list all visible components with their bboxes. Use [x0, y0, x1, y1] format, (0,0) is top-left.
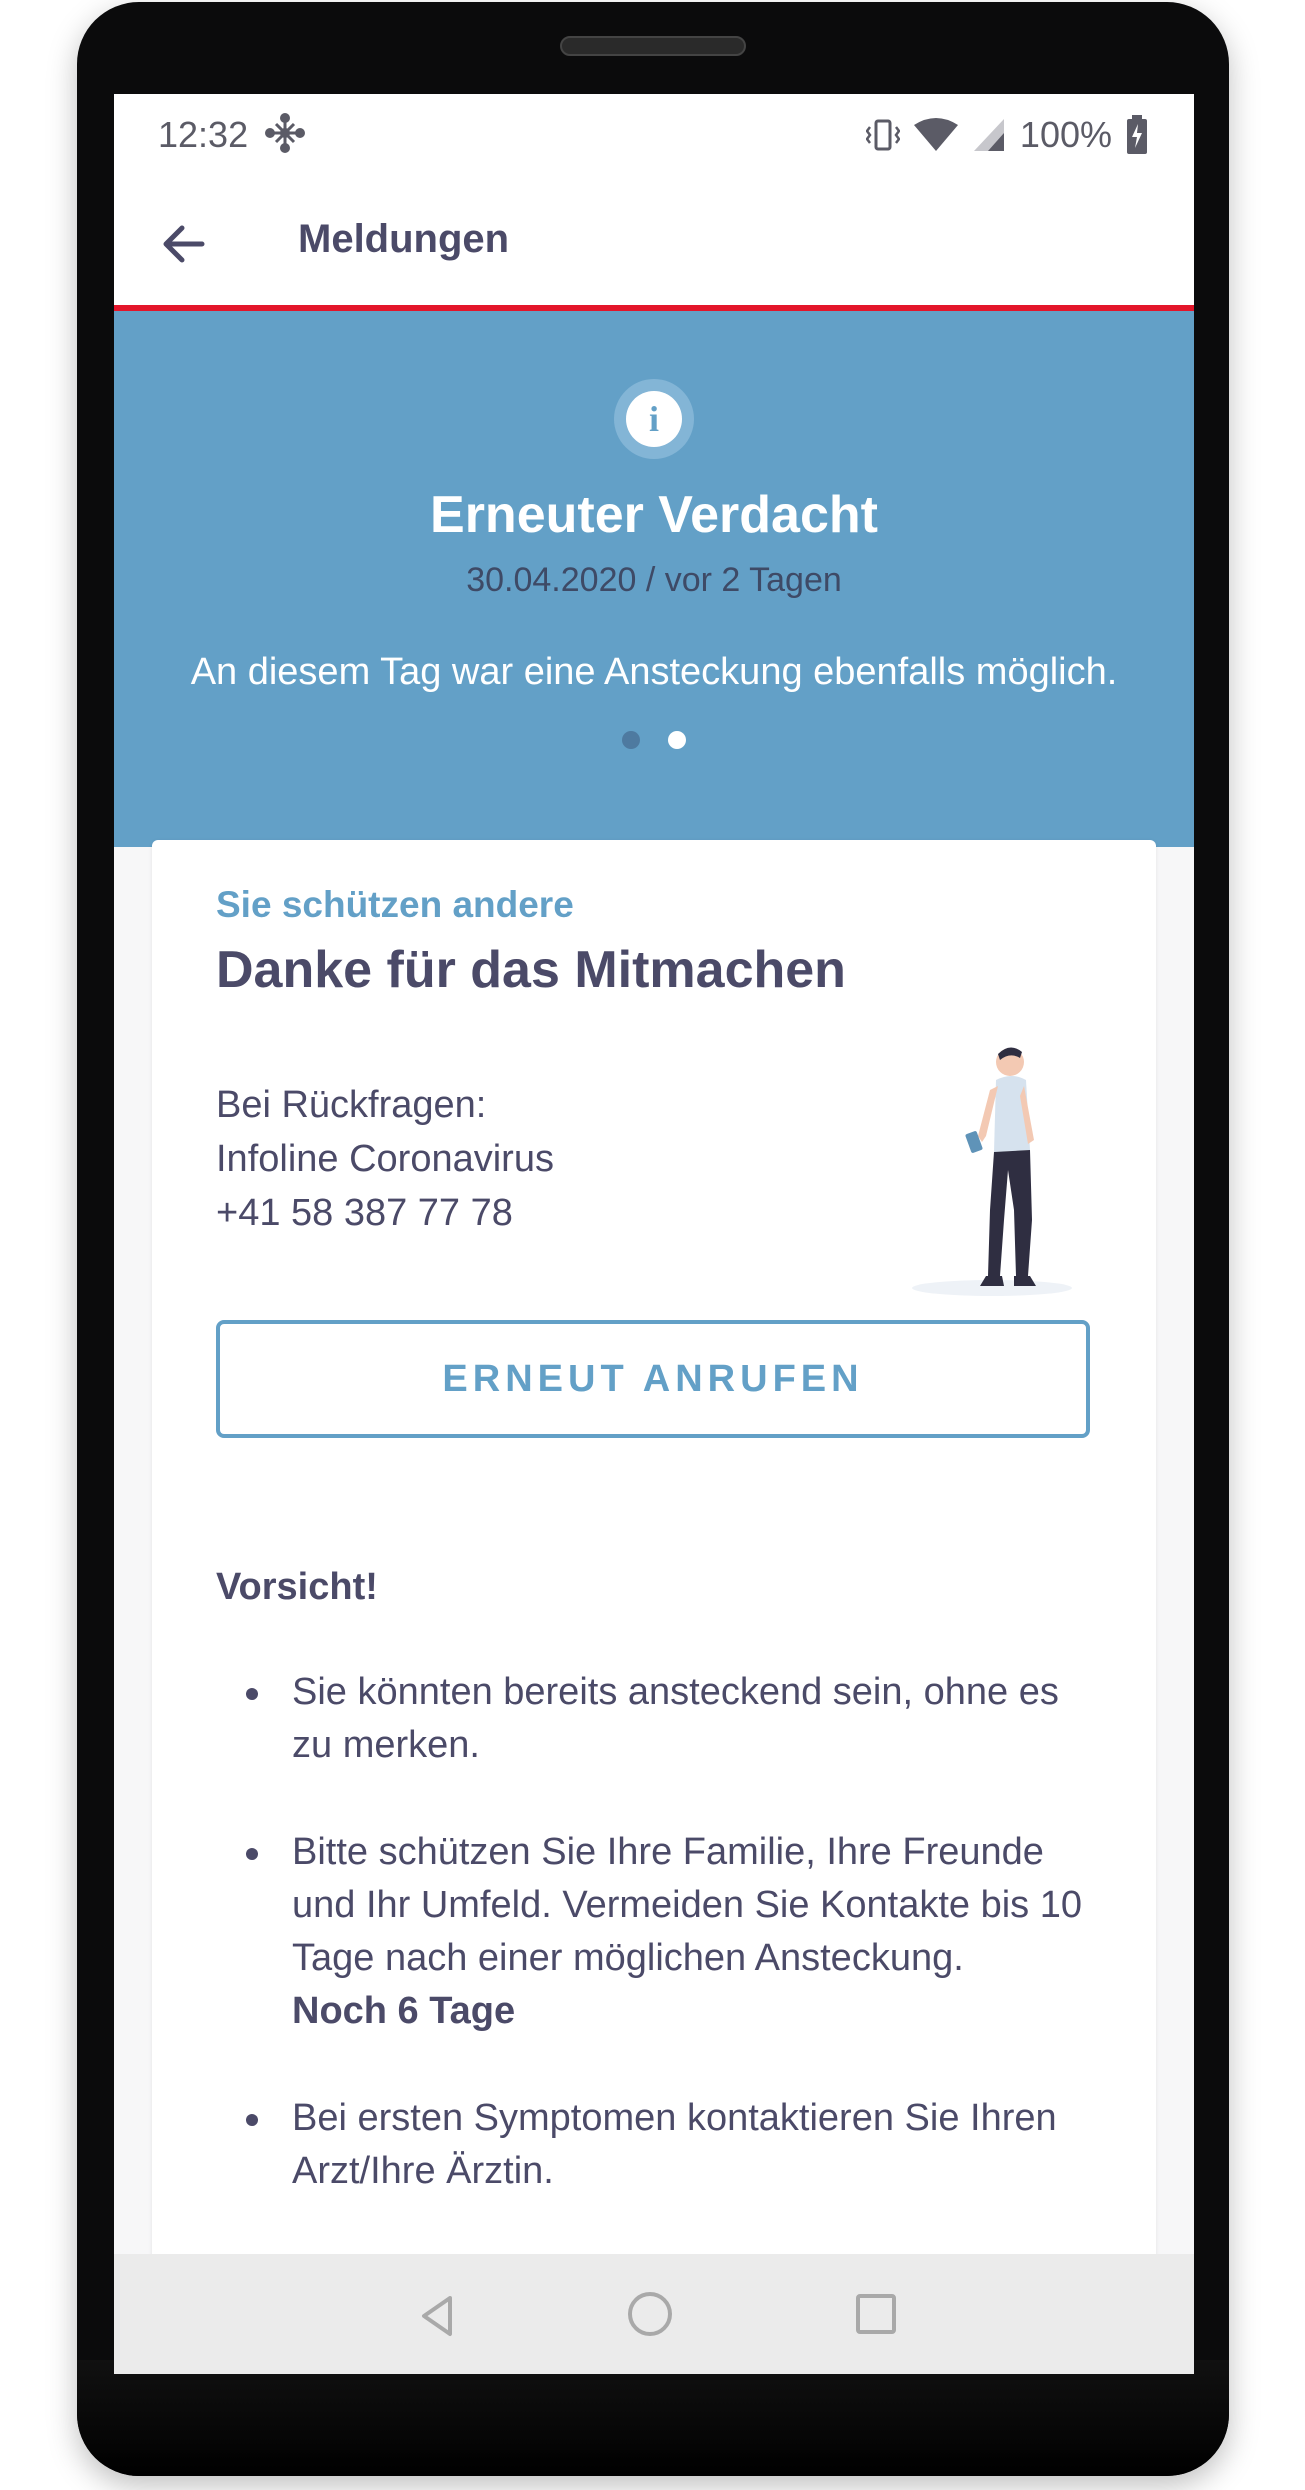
status-bar: 12:32 100%: [114, 94, 1194, 179]
card-eyebrow: Sie schützen andere: [216, 884, 574, 925]
list-item: Bei ersten Symptomen kontaktieren Sie Ih…: [216, 2092, 1096, 2198]
info-icon: i: [614, 379, 694, 459]
app-bar: Meldungen: [114, 179, 1194, 305]
list-item-text: Sie könnten bereits ansteckend sein, ohn…: [292, 1671, 1059, 1766]
system-nav-bar: [114, 2254, 1194, 2374]
phone-number: +41 58 387 77 78: [216, 1192, 513, 1234]
list-item: Sie könnten bereits ansteckend sein, ohn…: [216, 1666, 1096, 1772]
banner-message: An diesem Tag war eine Ansteckung ebenfa…: [190, 651, 1118, 693]
banner-title: Erneuter Verdacht: [430, 486, 878, 544]
notification-banner[interactable]: i Erneuter Verdacht 30.04.2020 / vor 2 T…: [114, 311, 1194, 847]
bullet-icon: [246, 1848, 258, 1860]
screen: 12:32 100% Meldungen i Erneuter Verdacht…: [114, 94, 1194, 2374]
phone-speaker: [560, 36, 746, 56]
status-icons: 100%: [865, 112, 1148, 158]
nav-home-icon[interactable]: [628, 2292, 672, 2336]
phone-bottom-edge: [77, 2360, 1229, 2476]
list-item: Bitte schützen Sie Ihre Familie, Ihre Fr…: [216, 1826, 1096, 2038]
vibrate-icon: [865, 119, 900, 151]
list-item-text: Bitte schützen Sie Ihre Familie, Ihre Fr…: [292, 1831, 1083, 1979]
card-title: Danke für das Mitmachen: [216, 941, 846, 999]
network-icon: [265, 113, 305, 153]
banner-date: 30.04.2020 / vor 2 Tagen: [466, 561, 842, 599]
pager-dots: [622, 731, 686, 749]
caution-heading: Vorsicht!: [216, 1566, 378, 1608]
caution-list: Sie könnten bereits ansteckend sein, ohn…: [216, 1666, 1096, 2252]
bullet-icon: [246, 1688, 258, 1700]
pager-dot-active[interactable]: [668, 731, 686, 749]
contact-line: Infoline Coronavirus: [216, 1138, 554, 1180]
nav-back-icon[interactable]: [414, 2292, 462, 2340]
person-illustration: [912, 1047, 1072, 1296]
bullet-icon: [246, 2114, 258, 2126]
call-again-button[interactable]: ERNEUT ANRUFEN: [216, 1320, 1090, 1438]
page-title: Meldungen: [298, 217, 510, 261]
arrow-left-icon[interactable]: [154, 219, 214, 269]
battery-percentage: 100%: [1019, 114, 1112, 155]
nav-recents-icon[interactable]: [856, 2294, 896, 2334]
signal-icon: [973, 119, 1004, 151]
status-time: 12:32: [158, 114, 249, 155]
pager-dot[interactable]: [622, 731, 640, 749]
battery-charging-icon: [1127, 115, 1147, 154]
list-item-text: Bei ersten Symptomen kontaktieren Sie Ih…: [292, 2097, 1057, 2192]
wifi-icon: [913, 118, 958, 151]
info-card: Sie schützen andere Danke für das Mitmac…: [152, 840, 1156, 2374]
contact-info: Bei Rückfragen: Infoline Coronavirus +41…: [216, 1078, 554, 1240]
remaining-days: Noch 6 Tage: [292, 1990, 516, 2032]
info-glyph: i: [626, 391, 682, 447]
contact-line: Bei Rückfragen:: [216, 1084, 487, 1126]
